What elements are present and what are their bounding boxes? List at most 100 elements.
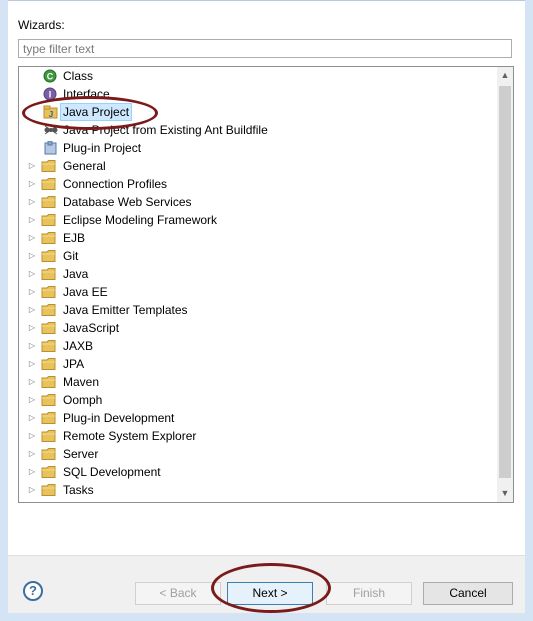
expand-arrow-icon[interactable]: ▷ <box>27 301 37 319</box>
tree-folder-item[interactable]: ▷ SQL Development <box>19 463 497 481</box>
tree-wizard-item[interactable]: I Interface <box>19 85 497 103</box>
expand-arrow-icon[interactable]: ▷ <box>27 391 37 409</box>
svg-text:I: I <box>49 90 52 100</box>
tree-item-label: Remote System Explorer <box>63 429 197 443</box>
tree-item-label: Maven <box>63 375 100 389</box>
scroll-down-arrow-icon[interactable]: ▼ <box>497 485 513 502</box>
tree-item-label: JPA <box>63 357 85 371</box>
tree-folder-item[interactable]: ▷ Eclipse Modeling Framework <box>19 211 497 229</box>
tree-folder-item[interactable]: ▷ Connection Profiles <box>19 175 497 193</box>
expand-arrow-icon[interactable]: ▷ <box>27 283 37 301</box>
expand-arrow-icon[interactable]: ▷ <box>27 373 37 391</box>
tree-folder-item[interactable]: ▷ JPA <box>19 355 497 373</box>
tree-item-label: Interface <box>63 87 110 101</box>
cancel-button[interactable]: Cancel <box>423 582 513 605</box>
window-frame-left <box>0 0 8 621</box>
folder-icon <box>41 465 57 479</box>
plugin-project-icon <box>43 140 59 155</box>
tree-item-label: JavaScript <box>63 321 120 335</box>
tree-folder-item[interactable]: ▷ Plug-in Development <box>19 409 497 427</box>
folder-icon <box>41 159 57 173</box>
class-icon: C <box>43 69 59 83</box>
tree-folder-item[interactable]: ▷ Java Emitter Templates <box>19 301 497 319</box>
folder-icon <box>41 375 57 389</box>
tree-wizard-item[interactable]: C Class <box>19 67 497 85</box>
folder-icon <box>41 213 57 227</box>
tree-item-label: Database Web Services <box>63 195 192 209</box>
folder-icon <box>41 195 57 209</box>
expand-arrow-icon[interactable]: ▷ <box>27 265 37 283</box>
expand-arrow-icon[interactable]: ▷ <box>27 175 37 193</box>
help-icon[interactable]: ? <box>23 581 43 601</box>
scroll-up-arrow-icon[interactable]: ▲ <box>497 67 513 84</box>
filter-input[interactable] <box>18 39 512 58</box>
expand-arrow-icon[interactable]: ▷ <box>27 445 37 463</box>
back-button[interactable]: < Back <box>135 582 221 605</box>
folder-icon <box>41 249 57 263</box>
tree-wizard-item[interactable]: Java Project from Existing Ant Buildfile <box>19 121 497 139</box>
tree-folder-item[interactable]: ▷ EJB <box>19 229 497 247</box>
expand-arrow-icon[interactable]: ▷ <box>27 229 37 247</box>
tree-folder-item[interactable]: ▷ JAXB <box>19 337 497 355</box>
tree-folder-item[interactable]: ▷ Git <box>19 247 497 265</box>
expand-arrow-icon[interactable]: ▷ <box>27 409 37 427</box>
tree-folder-item[interactable]: ▷ Java EE <box>19 283 497 301</box>
scroll-thumb[interactable] <box>499 86 511 478</box>
folder-icon <box>41 231 57 245</box>
expand-arrow-icon[interactable]: ▷ <box>27 337 37 355</box>
expand-arrow-icon[interactable]: ▷ <box>27 193 37 211</box>
folder-icon <box>41 267 57 281</box>
tree-item-label: EJB <box>63 231 86 245</box>
tree-item-label: Oomph <box>63 393 103 407</box>
folder-icon <box>41 321 57 335</box>
folder-icon <box>41 303 57 317</box>
tree-item-label: Java Project <box>60 103 133 121</box>
tree-item-label: Connection Profiles <box>63 177 168 191</box>
folder-icon <box>41 447 57 461</box>
tree-scrollbar[interactable]: ▲ ▼ <box>497 67 513 502</box>
tree-folder-item[interactable]: ▷ Tasks <box>19 481 497 499</box>
wizard-tree[interactable]: C Class I Interface J Java Project Java Projec… <box>18 66 514 503</box>
tree-folder-item[interactable]: ▷ General <box>19 157 497 175</box>
folder-icon <box>41 339 57 353</box>
tree-item-label: General <box>63 159 106 173</box>
expand-arrow-icon[interactable]: ▷ <box>27 157 37 175</box>
tree-item-label: Git <box>63 249 79 263</box>
wizards-label: Wizards: <box>18 18 65 32</box>
tree-folder-item[interactable]: ▷ JavaScript <box>19 319 497 337</box>
expand-arrow-icon[interactable]: ▷ <box>27 481 37 499</box>
expand-arrow-icon[interactable]: ▷ <box>27 355 37 373</box>
tree-folder-item[interactable]: ▷ Database Web Services <box>19 193 497 211</box>
tree-folder-item[interactable]: ▷ Oomph <box>19 391 497 409</box>
tree-folder-item[interactable]: ▷ Java <box>19 265 497 283</box>
finish-button[interactable]: Finish <box>326 582 412 605</box>
folder-icon <box>41 177 57 191</box>
tree-item-label: Java <box>63 267 89 281</box>
tree-folder-item[interactable]: ▷ Remote System Explorer <box>19 427 497 445</box>
window-frame-bottom <box>0 613 533 621</box>
folder-icon <box>41 285 57 299</box>
expand-arrow-icon[interactable]: ▷ <box>27 211 37 229</box>
tree-wizard-item[interactable]: J Java Project <box>19 103 497 121</box>
tree-item-label: Tasks <box>63 483 94 497</box>
folder-icon <box>41 357 57 371</box>
expand-arrow-icon[interactable]: ▷ <box>27 247 37 265</box>
folder-icon <box>41 483 57 497</box>
tree-item-label: SQL Development <box>63 465 161 479</box>
next-button[interactable]: Next > <box>227 582 313 605</box>
tree-folder-item[interactable]: ▷ Maven <box>19 373 497 391</box>
tree-item-label: Java EE <box>63 285 108 299</box>
tree-item-label: JAXB <box>63 339 94 353</box>
tree-item-label: Java Emitter Templates <box>63 303 188 317</box>
expand-arrow-icon[interactable]: ▷ <box>27 427 37 445</box>
tree-wizard-item[interactable]: Plug-in Project <box>19 139 497 157</box>
tree-item-label: Server <box>63 447 99 461</box>
svg-text:C: C <box>47 72 54 82</box>
expand-arrow-icon[interactable]: ▷ <box>27 463 37 481</box>
window-frame-right <box>525 0 533 621</box>
interface-icon: I <box>43 87 59 101</box>
expand-arrow-icon[interactable]: ▷ <box>27 319 37 337</box>
tree-item-label: Plug-in Development <box>63 411 175 425</box>
tree-folder-item[interactable]: ▷ Server <box>19 445 497 463</box>
java-project-icon: J <box>43 105 59 119</box>
